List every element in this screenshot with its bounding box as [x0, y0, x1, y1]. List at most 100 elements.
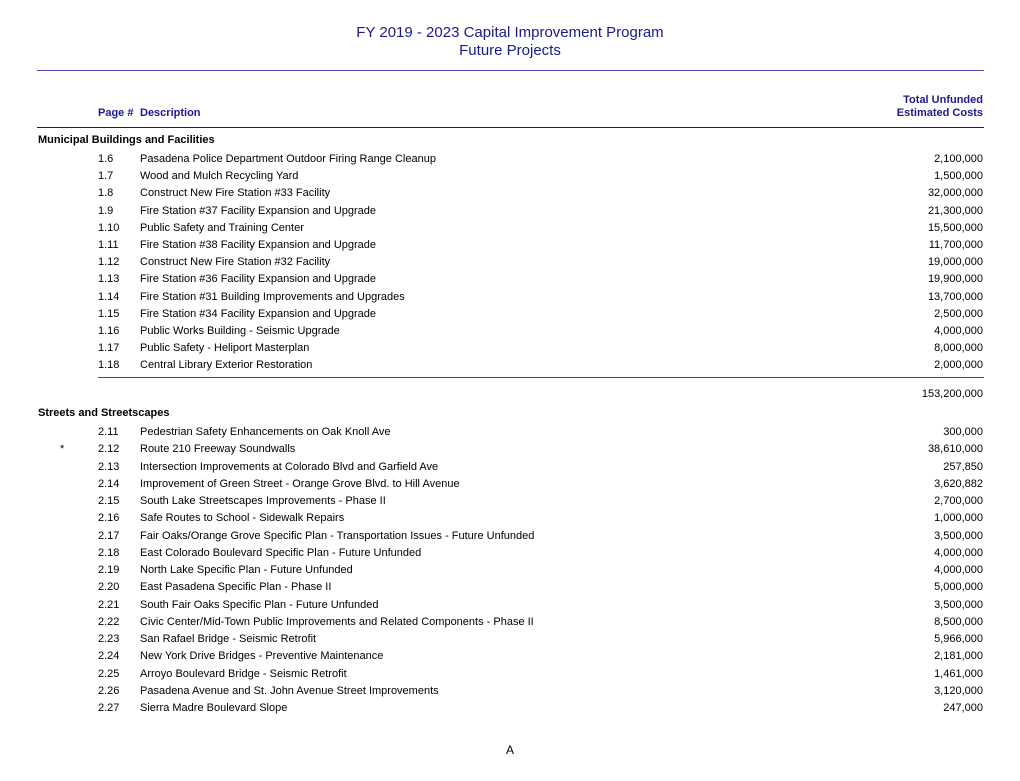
document-subtitle: Future Projects: [459, 42, 561, 59]
project-description: Arroyo Boulevard Bridge - Seismic Retrof…: [140, 667, 347, 680]
page-number: 1.15: [98, 307, 120, 320]
table-row: 2.15 South Lake Streetscapes Improvements…: [0, 495, 1020, 512]
project-description: New York Drive Bridges - Preventive Main…: [140, 650, 384, 663]
page-number: 2.18: [98, 546, 120, 559]
estimated-cost: 3,120,000: [934, 684, 983, 697]
estimated-cost: 4,000,000: [934, 325, 983, 337]
estimated-cost: 4,000,000: [934, 546, 983, 559]
project-description: Construct New Fire Station #32 Facility: [140, 256, 331, 269]
project-description: Construct New Fire Station #33 Facility: [140, 187, 331, 200]
section-title: Municipal Buildings and Facilities: [38, 134, 215, 146]
page-number: 1.14: [98, 290, 120, 303]
page-number: 1.8: [98, 187, 114, 200]
table-row: 1.11 Fire Station #38 Facility Expansion …: [0, 239, 1020, 256]
table-row: 2.25 Arroyo Boulevard Bridge - Seismic Re…: [0, 668, 1020, 685]
estimated-cost: 15,500,000: [927, 221, 983, 234]
estimated-cost: 2,500,000: [934, 307, 983, 320]
estimated-cost: 21,300,000: [927, 204, 983, 217]
project-description: Fire Station #34 Facility Expansion and …: [140, 307, 377, 320]
table-row: 1.17 Public Safety - Heliport Masterplan 8…: [0, 342, 1020, 359]
table-row: 2.18 East Colorado Boulevard Specific Pla…: [0, 547, 1020, 564]
estimated-cost: 4,000,000: [934, 564, 983, 576]
table-row: 1.6 Pasadena Police Department Outdoor Fi…: [0, 153, 1020, 170]
project-description: Central Library Exterior Restoration: [140, 359, 313, 372]
row-marker: *: [60, 443, 65, 456]
project-description: Improvement of Green Street - Orange Gro…: [140, 477, 460, 490]
table-row: 2.13 Intersection Improvements at Colorad…: [0, 461, 1020, 478]
table-row: * 2.12 Route 210 Freeway Soundwalls 38,610,…: [0, 443, 1020, 460]
estimated-cost: 3,500,000: [934, 598, 983, 611]
estimated-cost: 247,000: [943, 702, 983, 714]
estimated-cost: 2,000,000: [934, 359, 983, 372]
project-description: East Colorado Boulevard Specific Plan - …: [140, 546, 422, 559]
table-row: 2.20 East Pasadena Specific Plan - Phase …: [0, 581, 1020, 598]
page-number: 2.11: [98, 426, 119, 438]
table-row: 2.16 Safe Routes to School - Sidewalk Rep…: [0, 512, 1020, 529]
estimated-cost: 5,000,000: [934, 581, 983, 594]
project-description: North Lake Specific Plan - Future Unfund…: [140, 564, 353, 576]
project-description: Safe Routes to School - Sidewalk Repairs: [140, 512, 345, 525]
table-row: 2.21 South Fair Oaks Specific Plan - Futu…: [0, 599, 1020, 616]
section-subtotal: 153,200,000: [921, 388, 983, 400]
table-row: 1.15 Fire Station #34 Facility Expansion …: [0, 308, 1020, 325]
estimated-cost: 1,500,000: [934, 170, 983, 183]
project-description: Pasadena Avenue and St. John Avenue Stre…: [140, 684, 439, 697]
page-number: 1.9: [98, 204, 114, 217]
estimated-cost: 1,000,000: [934, 512, 983, 525]
estimated-cost: 3,620,882: [934, 477, 983, 490]
estimated-cost: 300,000: [943, 426, 983, 438]
project-description: Fire Station #38 Facility Expansion and …: [140, 239, 377, 251]
estimated-cost: 2,181,000: [934, 650, 983, 663]
estimated-cost: 8,500,000: [934, 615, 983, 628]
estimated-cost: 11,700,000: [928, 239, 983, 251]
table-row: 2.24 New York Drive Bridges - Preventive …: [0, 650, 1020, 667]
page-number: 2.12: [98, 443, 120, 456]
project-description: Fair Oaks/Orange Grove Specific Plan - T…: [140, 529, 535, 542]
page-number: 2.27: [98, 702, 120, 714]
page-number: 1.7: [98, 170, 114, 183]
project-description: Route 210 Freeway Soundwalls: [140, 443, 296, 456]
table-row: 1.12 Construct New Fire Station #32 Facil…: [0, 256, 1020, 273]
project-description: Public Safety and Training Center: [140, 221, 304, 234]
page-number: 2.17: [98, 529, 120, 542]
estimated-cost: 257,850: [943, 460, 983, 473]
project-description: Public Safety - Heliport Masterplan: [140, 342, 310, 355]
page-number: 2.15: [98, 495, 120, 507]
page-number: 1.17: [98, 342, 120, 355]
page-number: 2.25: [98, 667, 120, 680]
project-description: San Rafael Bridge - Seismic Retrofit: [140, 633, 317, 645]
project-description: Fire Station #36 Facility Expansion and …: [140, 273, 377, 286]
project-description: South Lake Streetscapes Improvements - P…: [140, 495, 386, 507]
estimated-cost: 2,100,000: [934, 153, 983, 165]
table-row: 2.19 North Lake Specific Plan - Future Un…: [0, 564, 1020, 581]
page-number: 1.13: [98, 273, 120, 286]
page-number: 2.13: [98, 460, 120, 473]
page-number: 2.23: [98, 633, 120, 645]
subtotal-divider: [98, 377, 984, 378]
table-row: 2.11 Pedestrian Safety Enhancements on Oa…: [0, 426, 1020, 443]
title-divider: [37, 70, 984, 71]
page-number: 2.24: [98, 650, 120, 663]
estimated-cost: 1,461,000: [934, 667, 983, 680]
estimated-cost: 5,966,000: [934, 633, 983, 645]
page-number: 2.21: [98, 598, 120, 611]
project-description: Fire Station #31 Building Improvements a…: [140, 290, 405, 303]
page-number: 2.16: [98, 512, 120, 525]
header-divider: [37, 127, 984, 128]
document-title: FY 2019 - 2023 Capital Improvement Progr…: [356, 24, 664, 41]
column-header-description: Description: [140, 107, 201, 119]
project-description: Wood and Mulch Recycling Yard: [140, 170, 299, 183]
page-number: 2.14: [98, 477, 120, 490]
table-row: 1.13 Fire Station #36 Facility Expansion …: [0, 273, 1020, 290]
project-description: Pedestrian Safety Enhancements on Oak Kn…: [140, 426, 391, 438]
page-number: 1.10: [98, 221, 120, 234]
page-footer-label: A: [505, 743, 514, 757]
table-row: 2.14 Improvement of Green Street - Orange…: [0, 478, 1020, 495]
section-title: Streets and Streetscapes: [38, 407, 170, 419]
page-number: 1.12: [98, 256, 120, 269]
page-number: 1.18: [98, 359, 120, 372]
table-row: 2.23 San Rafael Bridge - Seismic Retrofit…: [0, 633, 1020, 650]
project-description: Public Works Building - Seismic Upgrade: [140, 325, 340, 337]
table-row: 1.18 Central Library Exterior Restoration…: [0, 359, 1020, 376]
table-row: 1.10 Public Safety and Training Center 15,…: [0, 222, 1020, 239]
